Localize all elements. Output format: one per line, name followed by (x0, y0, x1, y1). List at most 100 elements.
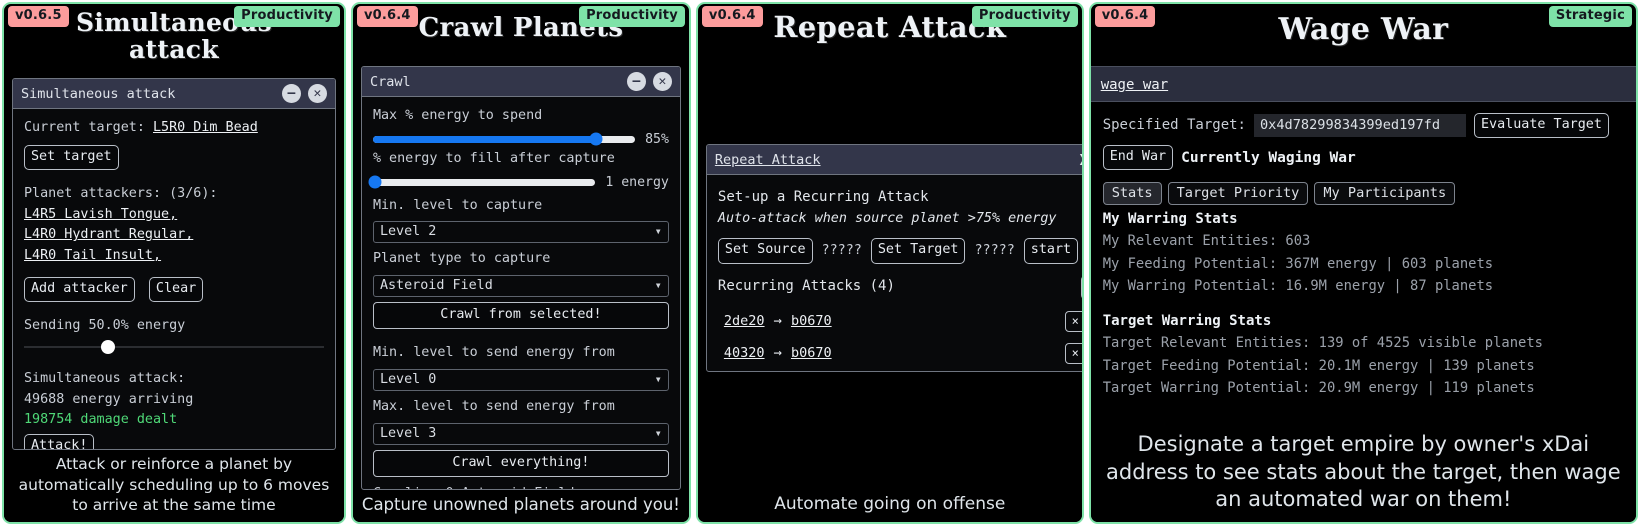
attack-target[interactable]: b0670 (791, 345, 832, 361)
min-send-value: Level 0 (380, 372, 436, 387)
attack-target[interactable]: b0670 (791, 313, 832, 329)
current-target-label: Current target: (24, 120, 145, 135)
recurring-attack-row: 40320 → b0670 × (724, 343, 1082, 364)
slider-knob[interactable] (589, 133, 602, 146)
start-button[interactable]: start (1024, 238, 1078, 263)
clear-button[interactable]: Clear (149, 277, 203, 302)
max-send-label: Max. level to send energy from (373, 397, 669, 418)
end-war-button[interactable]: End War (1103, 145, 1173, 170)
target-warring-stats-heading: Target Warring Stats (1103, 313, 1624, 329)
plugin-card-crawl-planets: v0.6.4 Productivity Crawl Planets Crawl … (351, 2, 691, 524)
tab-stats[interactable]: Stats (1103, 182, 1162, 205)
tab-target-priority[interactable]: Target Priority (1168, 182, 1309, 205)
modal-title-bar: Crawl – ✕ (362, 67, 680, 97)
crawl-from-selected-button[interactable]: Crawl from selected! (373, 302, 669, 329)
target-value: ????? (974, 241, 1014, 262)
card-footer: Automate going on offense (698, 489, 1082, 522)
modal-title: Crawl (370, 74, 620, 90)
set-target-button[interactable]: Set target (24, 145, 119, 170)
slider-track (24, 346, 324, 348)
set-target-button[interactable]: Set Target (871, 238, 966, 263)
recurring-attacks-label: Recurring Attacks (4) (718, 276, 895, 298)
fill-energy-label: % energy to fill after capture (373, 149, 669, 170)
minus-circle-icon[interactable]: – (627, 72, 646, 91)
card-header: v0.6.4 Productivity Repeat Attack (698, 4, 1082, 144)
min-capture-select[interactable]: Level 2 ▾ (373, 221, 669, 243)
max-energy-label: Max % energy to spend (373, 106, 669, 127)
plugin-gallery: v0.6.5 Productivity Simultaneous attack … (0, 0, 1638, 528)
result-heading: Simultaneous attack: (24, 369, 324, 390)
planet-type-value: Asteroid Field (380, 278, 493, 293)
modal-title-bar: wage war (1091, 66, 1636, 102)
card-header: v0.6.5 Productivity Simultaneous attack (4, 4, 344, 78)
card-body: wage war Specified Target: 0x4d782998343… (1091, 66, 1636, 427)
stat-line: Target Feeding Potential: 20.1M energy |… (1103, 355, 1624, 377)
modal-title[interactable]: wage war (1101, 77, 1168, 93)
fill-energy-slider[interactable]: 1 energy (373, 175, 669, 190)
war-status-row: End War Currently Waging War (1103, 145, 1624, 170)
close-circle-icon[interactable]: ✕ (308, 84, 327, 103)
attack-button[interactable]: Attack! (24, 434, 94, 450)
attacker-item[interactable]: L4R5 Lavish Tongue, (24, 205, 324, 226)
specified-target-input[interactable]: 0x4d78299834399ed197fd (1254, 114, 1466, 137)
current-target-row: Current target: L5R0 Dim Bead (24, 118, 324, 139)
energy-slider[interactable] (24, 339, 324, 355)
delete-attack-button[interactable]: × (1065, 343, 1082, 364)
slider-knob[interactable] (101, 340, 115, 354)
max-energy-value: 85% (645, 132, 669, 147)
version-badge: v0.6.4 (1095, 6, 1156, 27)
planet-type-select[interactable]: Asteroid Field ▾ (373, 275, 669, 297)
slider-knob[interactable] (369, 176, 382, 189)
setup-controls: Set Source ????? Set Target ????? start (718, 238, 1082, 263)
slider-track[interactable] (373, 179, 595, 186)
attack-source[interactable]: 40320 (724, 345, 765, 361)
arrow-right-icon: → (774, 313, 782, 329)
crawl-modal: Crawl – ✕ Max % energy to spend 85% % en… (361, 66, 681, 490)
card-footer: Capture unowned planets around you! (353, 490, 689, 522)
category-badge: Productivity (579, 6, 685, 27)
specified-target-label: Specified Target: (1103, 115, 1246, 137)
card-body: Repeat Attack X Set-up a Recurring Attac… (698, 144, 1082, 489)
attacker-item[interactable]: L4R0 Hydrant Regular, (24, 225, 324, 246)
add-attacker-button[interactable]: Add attacker (24, 277, 135, 302)
chevron-down-icon: ▾ (655, 426, 662, 440)
recurring-attacks-header: Recurring Attacks (4) refresh (718, 275, 1082, 300)
modal-title: Repeat Attack (715, 152, 1072, 168)
modal-title: Simultaneous attack (21, 86, 275, 102)
modal-content: Current target: L5R0 Dim Bead Set target… (13, 109, 335, 450)
max-send-select[interactable]: Level 3 ▾ (373, 423, 669, 445)
minus-circle-icon[interactable]: – (282, 84, 301, 103)
min-capture-label: Min. level to capture (373, 196, 669, 217)
slider-track[interactable] (373, 136, 635, 143)
tab-my-participants[interactable]: My Participants (1314, 182, 1455, 205)
max-energy-slider[interactable]: 85% (373, 132, 669, 147)
attack-source[interactable]: 2de20 (724, 313, 765, 329)
plugin-card-wage-war: v0.6.4 Strategic Wage War wage war Speci… (1089, 2, 1638, 524)
attackers-label: Planet attackers: (3/6): (24, 184, 324, 205)
modal-title-bar: Simultaneous attack – ✕ (13, 79, 335, 109)
delete-attack-button[interactable]: × (1065, 311, 1082, 332)
version-badge: v0.6.5 (8, 6, 69, 27)
recurring-attack-row: 2de20 → b0670 × (724, 311, 1082, 332)
stat-line: My Relevant Entities: 603 (1103, 230, 1624, 252)
card-header: v0.6.4 Strategic Wage War (1091, 4, 1636, 66)
version-badge: v0.6.4 (702, 6, 763, 27)
close-circle-icon[interactable]: ✕ (653, 72, 672, 91)
close-icon[interactable]: X (1080, 151, 1082, 169)
attacker-item[interactable]: L4R0 Tail Insult, (24, 246, 324, 267)
fill-energy-value: 1 energy (605, 175, 669, 190)
arrow-right-icon: → (774, 345, 782, 361)
category-badge: Productivity (234, 6, 340, 27)
min-send-select[interactable]: Level 0 ▾ (373, 369, 669, 391)
card-header: v0.6.4 Productivity Crawl Planets (353, 4, 689, 66)
chevron-down-icon: ▾ (655, 224, 662, 238)
result-energy: 49688 energy arriving (24, 390, 324, 411)
evaluate-target-button[interactable]: Evaluate Target (1474, 113, 1609, 138)
card-footer: Attack or reinforce a planet by automati… (4, 450, 344, 522)
crawl-everything-button[interactable]: Crawl everything! (373, 450, 669, 477)
my-warring-stats-heading: My Warring Stats (1103, 211, 1624, 227)
current-target-value[interactable]: L5R0 Dim Bead (153, 120, 258, 135)
set-source-button[interactable]: Set Source (718, 238, 813, 263)
simultaneous-attack-modal: Simultaneous attack – ✕ Current target: … (12, 78, 336, 450)
min-capture-value: Level 2 (380, 224, 436, 239)
